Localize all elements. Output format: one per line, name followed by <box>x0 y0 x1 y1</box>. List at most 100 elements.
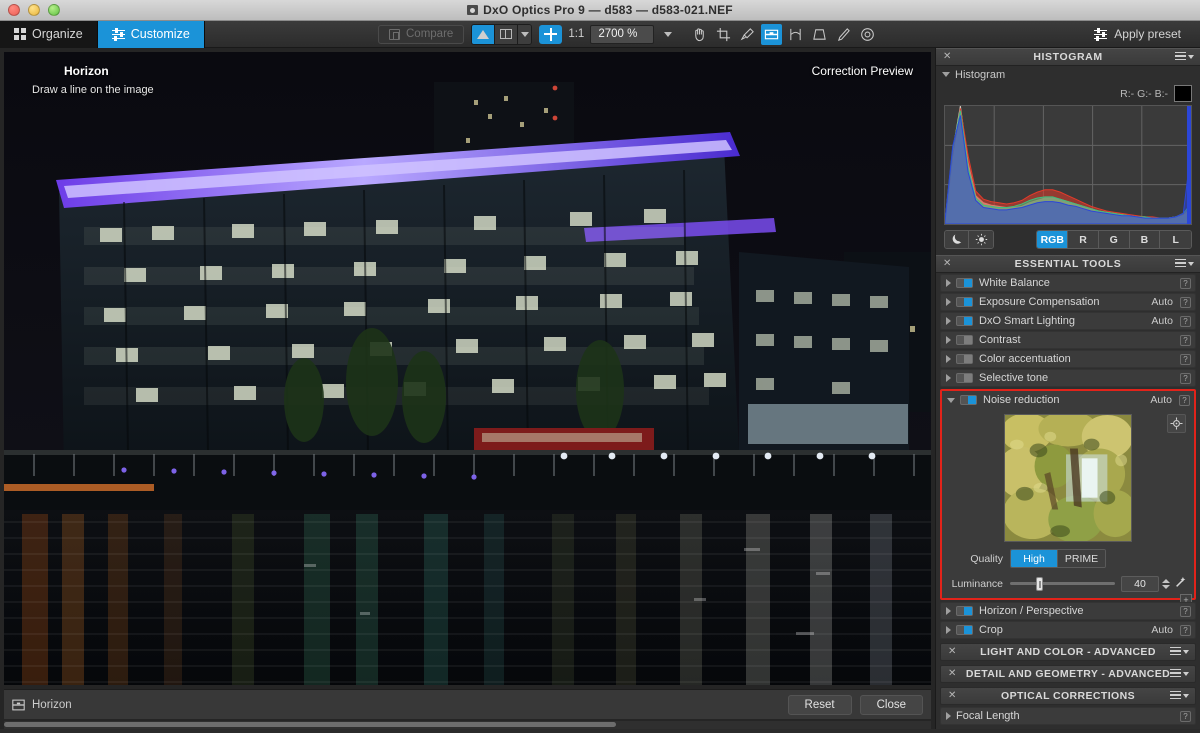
help-icon[interactable]: ? <box>1180 710 1191 722</box>
disclosure-triangle-icon[interactable] <box>946 336 951 344</box>
luminance-stepper[interactable] <box>1162 578 1171 589</box>
tool-toggle[interactable] <box>956 606 973 616</box>
zoom-ratio-label[interactable]: 1:1 <box>568 28 584 40</box>
keystone-icon[interactable] <box>809 24 830 45</box>
channel-l-button[interactable]: L <box>1160 231 1191 248</box>
section-menu-button[interactable] <box>1170 690 1189 702</box>
view-single-button[interactable] <box>472 24 496 44</box>
chevron-down-icon <box>1183 694 1189 698</box>
quality-prime-button[interactable]: PRIME <box>1058 550 1105 567</box>
disclosure-triangle-icon[interactable] <box>942 72 950 77</box>
help-icon[interactable]: ? <box>1180 277 1191 289</box>
pan-tool-button[interactable] <box>539 24 563 44</box>
help-icon[interactable]: ? <box>1180 296 1191 308</box>
section-title: DETAIL AND GEOMETRY - ADVANCED <box>965 668 1171 680</box>
histogram-graph-wrap <box>936 105 1200 225</box>
apply-preset-button[interactable]: Apply preset <box>1085 24 1190 44</box>
tool-row-crop[interactable]: Crop Auto ? <box>940 621 1196 639</box>
perspective-icon[interactable] <box>785 24 806 45</box>
disclosure-triangle-icon[interactable] <box>946 355 951 363</box>
disclosure-triangle-icon[interactable] <box>946 626 951 634</box>
quality-segmented[interactable]: High PRIME <box>1010 549 1106 568</box>
moon-icon[interactable] <box>945 231 970 248</box>
quality-high-button[interactable]: High <box>1011 550 1058 567</box>
scrollbar-thumb[interactable] <box>4 722 616 727</box>
crop-icon[interactable] <box>713 24 734 45</box>
disclosure-triangle-icon[interactable] <box>946 374 951 382</box>
compare-button[interactable]: Compare <box>378 24 465 44</box>
tool-row-focal-length[interactable]: Focal Length ? <box>940 707 1196 725</box>
disclosure-triangle-icon[interactable] <box>946 279 951 287</box>
histogram-subheader[interactable]: Histogram <box>936 66 1200 83</box>
luminance-value-field[interactable]: 40 <box>1121 575 1159 592</box>
view-options-button[interactable] <box>518 24 532 44</box>
view-split-button[interactable] <box>495 24 519 44</box>
section-detail-and-geometry[interactable]: ✕ DETAIL AND GEOMETRY - ADVANCED <box>940 665 1196 683</box>
channel-r-button[interactable]: R <box>1068 231 1099 248</box>
section-light-and-color[interactable]: ✕ LIGHT AND COLOR - ADVANCED <box>940 643 1196 661</box>
zoom-dropdown-icon[interactable] <box>664 31 673 37</box>
reset-button[interactable]: Reset <box>787 694 852 715</box>
essential-tools-menu-button[interactable] <box>1175 258 1194 270</box>
disclosure-triangle-icon[interactable] <box>947 397 955 403</box>
tool-toggle[interactable] <box>956 625 973 635</box>
tool-row-exposure-compensation[interactable]: Exposure Compensation Auto ? <box>940 293 1196 311</box>
camera-icon <box>467 5 479 15</box>
disclosure-triangle-icon[interactable] <box>946 607 951 615</box>
luminance-slider[interactable] <box>1010 576 1115 591</box>
channel-b-button[interactable]: B <box>1129 231 1161 248</box>
image-canvas[interactable]: Horizon Draw a line on the image Correct… <box>4 52 931 685</box>
help-icon[interactable]: ? <box>1180 334 1191 346</box>
help-icon[interactable]: ? <box>1179 394 1190 406</box>
tool-toggle[interactable] <box>960 395 977 405</box>
tool-toggle[interactable] <box>956 335 973 345</box>
tool-row-dxo-smart-lighting[interactable]: DxO Smart Lighting Auto ? <box>940 312 1196 330</box>
tool-row-color-accentuation[interactable]: Color accentuation ? <box>940 350 1196 368</box>
histogram-panel-menu-button[interactable] <box>1175 51 1194 63</box>
help-icon[interactable]: ? <box>1180 315 1191 327</box>
tool-toggle[interactable] <box>956 354 973 364</box>
help-icon[interactable]: ? <box>1180 353 1191 365</box>
tool-row-horizon-perspective[interactable]: Horizon / Perspective ? <box>940 602 1196 620</box>
tool-row-noise-reduction[interactable]: Noise reduction Auto ? <box>942 391 1194 409</box>
disclosure-triangle-icon[interactable] <box>946 317 951 325</box>
channel-segmented[interactable]: RGB R G B L <box>1036 230 1192 249</box>
target-icon[interactable] <box>1167 414 1186 433</box>
tool-row-selective-tone[interactable]: Selective tone ? <box>940 369 1196 387</box>
slider-thumb[interactable] <box>1036 576 1044 591</box>
histogram-channel-controls: RGB R G B L <box>936 225 1200 255</box>
tool-toggle[interactable] <box>956 316 973 326</box>
tool-row-contrast[interactable]: Contrast ? <box>940 331 1196 349</box>
tool-row-white-balance[interactable]: White Balance ? <box>940 274 1196 292</box>
tab-customize[interactable]: Customize <box>97 20 205 48</box>
tab-organize[interactable]: Organize <box>0 20 98 48</box>
tool-toggle[interactable] <box>956 373 973 383</box>
close-button[interactable]: Close <box>859 694 923 715</box>
disclosure-triangle-icon[interactable] <box>946 298 951 306</box>
view-mode-segmented[interactable] <box>471 23 533 45</box>
exposure-warning-toggles[interactable] <box>944 230 995 249</box>
horizontal-scrollbar[interactable] <box>4 721 931 729</box>
horizon-icon[interactable] <box>761 23 783 45</box>
section-optical-corrections[interactable]: ✕ OPTICAL CORRECTIONS <box>940 687 1196 705</box>
zoom-value-field[interactable]: 2700 % <box>590 24 655 44</box>
eyedropper-icon[interactable] <box>737 24 758 45</box>
vignette-icon[interactable] <box>857 24 878 45</box>
magic-wand-icon[interactable] <box>1174 575 1188 592</box>
sun-icon[interactable] <box>969 231 994 248</box>
help-icon[interactable]: ? <box>1180 372 1191 384</box>
tool-toggle[interactable] <box>956 297 973 307</box>
channel-g-button[interactable]: G <box>1098 231 1130 248</box>
help-icon[interactable]: ? <box>1180 605 1191 617</box>
tool-label: Focal Length <box>956 710 1020 722</box>
tool-toggle[interactable] <box>956 278 973 288</box>
section-menu-button[interactable] <box>1170 668 1189 680</box>
hand-icon[interactable] <box>689 24 710 45</box>
noise-reduction-preview[interactable] <box>1004 414 1132 542</box>
help-icon[interactable]: ? <box>1180 624 1191 636</box>
disclosure-triangle-icon[interactable] <box>946 712 951 720</box>
section-menu-button[interactable] <box>1170 646 1189 658</box>
retouch-icon[interactable] <box>833 24 854 45</box>
channel-rgb-button[interactable]: RGB <box>1037 231 1069 248</box>
tool-label: Horizon / Perspective <box>979 605 1084 617</box>
